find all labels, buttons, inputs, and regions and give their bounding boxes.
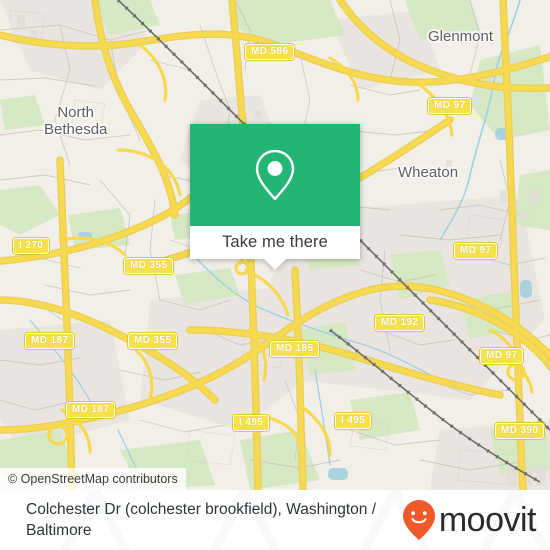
location-title: Colchester Dr (colchester brookfield), W… bbox=[26, 501, 377, 539]
osm-attribution[interactable]: © OpenStreetMap contributors bbox=[0, 468, 186, 490]
place-label-north-bethesda: North Bethesda bbox=[44, 104, 107, 138]
road-shield-md-97-b[interactable]: MD 97 bbox=[454, 243, 498, 259]
place-label-line2: Bethesda bbox=[44, 121, 108, 138]
road-shield-i-495-a[interactable]: I 495 bbox=[233, 415, 270, 431]
place-label-line1: North bbox=[57, 104, 95, 121]
road-shield-i-270[interactable]: I 270 bbox=[13, 238, 50, 254]
road-shield-md-355-a[interactable]: MD 355 bbox=[124, 258, 174, 274]
road-shield-md-187-b[interactable]: MD 187 bbox=[66, 402, 116, 418]
road-shield-md-390[interactable]: MD 390 bbox=[495, 423, 545, 439]
moovit-logo[interactable]: moovit bbox=[402, 499, 537, 541]
road-shield-i-495-b[interactable]: I 495 bbox=[335, 413, 372, 429]
moovit-map-share-card: .rd-major{stroke:#f6d94f;stroke-linecap:… bbox=[0, 0, 550, 550]
road-shield-md-185[interactable]: MD 185 bbox=[270, 341, 320, 357]
road-shield-md-187-a[interactable]: MD 187 bbox=[25, 333, 75, 349]
callout-pointer bbox=[264, 259, 286, 270]
road-shield-md-97-c[interactable]: MD 97 bbox=[480, 348, 524, 364]
map-canvas[interactable]: .rd-major{stroke:#f6d94f;stroke-linecap:… bbox=[0, 0, 550, 490]
road-shield-md-192[interactable]: MD 192 bbox=[375, 315, 425, 331]
road-shield-md-97-a[interactable]: MD 97 bbox=[428, 98, 472, 114]
map-pin-icon bbox=[255, 149, 295, 201]
place-label-wheaton: Wheaton bbox=[398, 164, 459, 181]
take-me-there-label: Take me there bbox=[222, 233, 328, 251]
road-shield-md-355-b[interactable]: MD 355 bbox=[128, 333, 178, 349]
destination-callout-card[interactable]: Take me there bbox=[190, 124, 360, 270]
footer-bar: Colchester Dr (colchester brookfield), W… bbox=[0, 490, 550, 550]
road-shield-md-586[interactable]: MD 586 bbox=[245, 44, 295, 60]
callout-icon-area bbox=[190, 124, 360, 226]
place-label-glenmont: Glenmont bbox=[428, 28, 494, 45]
moovit-wordmark: moovit bbox=[438, 501, 537, 539]
moovit-pin-smiley-icon bbox=[402, 500, 435, 540]
callout-action-area[interactable]: Take me there bbox=[190, 226, 360, 259]
